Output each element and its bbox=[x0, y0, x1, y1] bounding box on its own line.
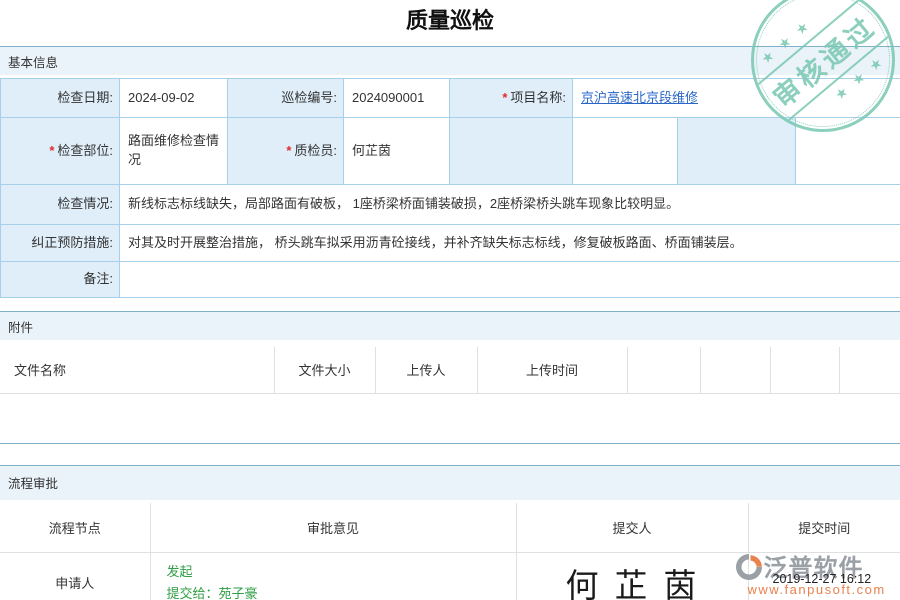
submit-time: 2019-12-27 16:12 bbox=[773, 572, 872, 586]
opinion-initiate: 发起 bbox=[167, 561, 508, 583]
section-attachments-title: 附件 bbox=[8, 317, 33, 336]
field-value-situation: 新线标志标线缺失，局部路面有破板， 1座桥梁桥面铺装破损，2座桥梁桥头跳车现象比… bbox=[120, 185, 900, 225]
section-approval-title: 流程审批 bbox=[8, 473, 58, 492]
field-label-patrol-no: 巡检编号: bbox=[228, 79, 344, 118]
required-icon: * bbox=[49, 143, 54, 158]
field-label-inspector: *质检员: bbox=[228, 118, 344, 185]
fanpu-logo-icon bbox=[734, 552, 764, 585]
attachments-empty-body bbox=[0, 394, 900, 444]
approval-table: 流程节点 审批意见 提交人 提交时间 申请人 发起 提交给：苑子豪 何芷茵 bbox=[0, 503, 900, 600]
section-basic-info-title: 基本信息 bbox=[8, 52, 58, 71]
approval-header-submitter: 提交人 bbox=[516, 503, 748, 553]
empty-label-cell bbox=[678, 118, 796, 185]
approval-submitter: 何芷茵 bbox=[516, 553, 748, 600]
basic-info-table: 检查日期: 2024-09-02 巡检编号: 2024090001 *项目名称:… bbox=[0, 78, 900, 298]
field-value-inspect-part: 路面维修检查情况 bbox=[120, 118, 228, 185]
field-value-inspect-date: 2024-09-02 bbox=[120, 79, 228, 118]
field-label-measures: 纠正预防措施: bbox=[1, 225, 120, 262]
field-label-remark: 备注: bbox=[1, 262, 120, 298]
inspector-label: 质检员: bbox=[294, 143, 337, 158]
attachments-header-empty bbox=[700, 347, 770, 393]
approval-opinion: 发起 提交给：苑子豪 bbox=[150, 553, 516, 600]
attachments-header-upload-time: 上传时间 bbox=[477, 347, 627, 393]
quality-patrol-page: 质量巡检 ★ ★ ★ 审核通过 ★ ★ ★ 基本信息 检查日期: 2024-09… bbox=[0, 0, 900, 600]
patrol-no-label: 巡检编号: bbox=[281, 90, 337, 105]
approval-node: 申请人 bbox=[0, 553, 150, 600]
attachments-header-file-size: 文件大小 bbox=[274, 347, 375, 393]
required-icon: * bbox=[286, 143, 291, 158]
empty-value-cell bbox=[573, 118, 678, 185]
opinion-submit-to: 提交给：苑子豪 bbox=[167, 583, 508, 600]
attachments-header-empty bbox=[770, 347, 839, 393]
inspect-part-label: 检查部位: bbox=[57, 143, 113, 158]
inspect-date-label: 检查日期: bbox=[57, 90, 113, 105]
field-label-inspect-date: 检查日期: bbox=[1, 79, 120, 118]
approval-header-opinion: 审批意见 bbox=[150, 503, 516, 553]
field-label-inspect-part: *检查部位: bbox=[1, 118, 120, 185]
project-name-link[interactable]: 京沪高速北京段维修 bbox=[581, 90, 698, 105]
approval-submit-time-cell: 泛普软件 www.fanpusoft.com 2019-12-27 16:12 bbox=[748, 553, 900, 600]
measures-label: 纠正预防措施: bbox=[31, 235, 113, 250]
attachments-header-uploader: 上传人 bbox=[375, 347, 477, 393]
attachments-header-empty bbox=[839, 347, 900, 393]
attachments-header-file-name: 文件名称 bbox=[0, 347, 274, 393]
approval-row: 申请人 发起 提交给：苑子豪 何芷茵 bbox=[0, 553, 900, 600]
required-icon: * bbox=[502, 90, 507, 105]
field-label-situation: 检查情况: bbox=[1, 185, 120, 225]
attachments-table: 文件名称 文件大小 上传人 上传时间 bbox=[0, 347, 900, 394]
attachments-header-empty bbox=[627, 347, 700, 393]
field-value-measures: 对其及时开展整治措施， 桥头跳车拟采用沥青砼接线，并补齐缺失标志标线，修复破板路… bbox=[120, 225, 900, 262]
field-value-inspector: 何芷茵 bbox=[344, 118, 450, 185]
field-value-remark bbox=[120, 262, 900, 298]
section-attachments-header: 附件 bbox=[0, 311, 900, 340]
remark-label: 备注: bbox=[83, 271, 113, 286]
field-label-project-name: *项目名称: bbox=[450, 79, 573, 118]
approval-header-node: 流程节点 bbox=[0, 503, 150, 553]
project-name-label: 项目名称: bbox=[510, 90, 566, 105]
field-value-patrol-no: 2024090001 bbox=[344, 79, 450, 118]
section-approval-header: 流程审批 bbox=[0, 465, 900, 500]
approval-header-submit-time: 提交时间 bbox=[748, 503, 900, 553]
submitter-signature: 何芷茵 bbox=[552, 567, 713, 600]
situation-label: 检查情况: bbox=[57, 196, 113, 211]
empty-label-cell bbox=[450, 118, 573, 185]
